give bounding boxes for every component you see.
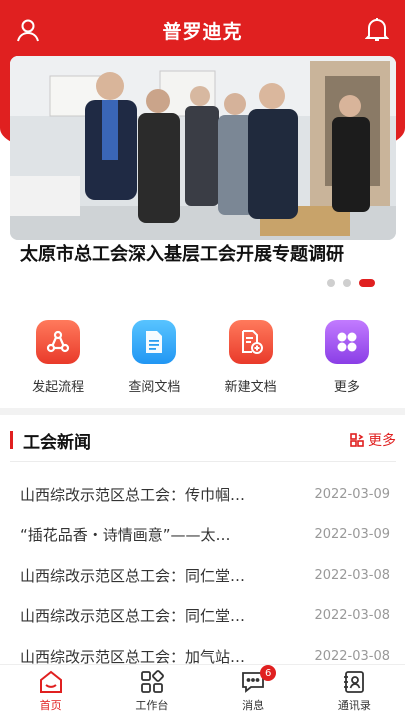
quick-action-label: 发起流程 bbox=[32, 380, 85, 395]
news-item-title: 山西综改示范区总工会：传巾帼… bbox=[20, 485, 246, 504]
carousel-indicator bbox=[327, 279, 375, 287]
new-document-button[interactable]: 新建文档 bbox=[211, 320, 291, 400]
quick-action-label: 查阅文档 bbox=[128, 380, 181, 395]
grid-more-icon bbox=[324, 320, 369, 364]
tab-workbench[interactable]: 工作台 bbox=[112, 665, 192, 720]
news-item-title: 山西综改示范区总工会：同仁堂… bbox=[20, 607, 246, 626]
banner-headline[interactable]: 太原市总工会深入基层工会开展专题调研 bbox=[20, 242, 390, 268]
news-item-title: “插花品香・诗情画意”——太… bbox=[20, 526, 231, 545]
news-list: 山西综改示范区总工会：传巾帼… 2022-03-09 “插花品香・诗情画意”——… bbox=[20, 474, 390, 677]
more-button[interactable]: 更多 bbox=[307, 320, 387, 400]
carousel-dot[interactable] bbox=[327, 279, 335, 287]
quick-action-label: 更多 bbox=[333, 380, 360, 395]
home-icon bbox=[39, 670, 62, 693]
bottom-tab-bar: 首页 工作台 6 消息 通讯录 bbox=[0, 664, 405, 720]
document-icon bbox=[132, 320, 177, 364]
news-item-date: 2022-03-08 bbox=[314, 608, 390, 624]
news-banner-image[interactable] bbox=[10, 56, 396, 240]
app-title: 普罗迪克 bbox=[162, 20, 243, 43]
news-item[interactable]: 山西综改示范区总工会：同仁堂… 2022-03-08 bbox=[20, 555, 390, 596]
start-flow-button[interactable]: 发起流程 bbox=[18, 320, 98, 400]
tab-label: 通讯录 bbox=[337, 699, 371, 712]
share-flow-icon bbox=[36, 320, 81, 364]
quick-actions: 发起流程 查阅文档 新建文档 更多 bbox=[0, 320, 405, 400]
tab-messages[interactable]: 6 消息 bbox=[213, 665, 293, 720]
section-accent-bar bbox=[10, 431, 13, 449]
news-item-title: 山西综改示范区总工会：同仁堂… bbox=[20, 566, 246, 585]
view-documents-button[interactable]: 查阅文档 bbox=[114, 320, 194, 400]
carousel-dot[interactable] bbox=[343, 279, 351, 287]
tab-label: 工作台 bbox=[135, 699, 169, 712]
section-separator bbox=[0, 408, 405, 415]
news-item-date: 2022-03-08 bbox=[314, 567, 390, 583]
news-item-date: 2022-03-09 bbox=[314, 527, 390, 543]
news-divider bbox=[10, 461, 396, 462]
top-bar: 普罗迪克 bbox=[0, 0, 405, 60]
tab-label: 消息 bbox=[242, 699, 265, 712]
workbench-grid-icon bbox=[140, 670, 164, 693]
news-more-link[interactable]: 更多 bbox=[350, 430, 396, 450]
notification-bell-icon[interactable] bbox=[363, 16, 391, 44]
tab-contacts[interactable]: 通讯录 bbox=[314, 665, 394, 720]
profile-icon[interactable] bbox=[14, 16, 42, 44]
news-item-date: 2022-03-08 bbox=[314, 648, 390, 664]
carousel-dot-active[interactable] bbox=[359, 279, 375, 287]
more-grid-icon bbox=[350, 433, 364, 447]
new-document-icon bbox=[228, 320, 273, 364]
news-item-date: 2022-03-09 bbox=[314, 486, 390, 502]
tab-home[interactable]: 首页 bbox=[11, 665, 91, 720]
tab-label: 首页 bbox=[39, 699, 62, 712]
quick-action-label: 新建文档 bbox=[224, 380, 277, 395]
news-more-label: 更多 bbox=[368, 433, 396, 449]
news-section-title: 工会新闻 bbox=[23, 432, 91, 453]
news-item[interactable]: “插花品香・诗情画意”——太… 2022-03-09 bbox=[20, 515, 390, 556]
news-section-header: 工会新闻 更多 bbox=[10, 426, 396, 454]
news-item[interactable]: 山西综改示范区总工会：传巾帼… 2022-03-09 bbox=[20, 474, 390, 515]
news-item[interactable]: 山西综改示范区总工会：同仁堂… 2022-03-08 bbox=[20, 596, 390, 637]
message-badge: 6 bbox=[260, 665, 277, 681]
contacts-icon bbox=[344, 671, 365, 693]
